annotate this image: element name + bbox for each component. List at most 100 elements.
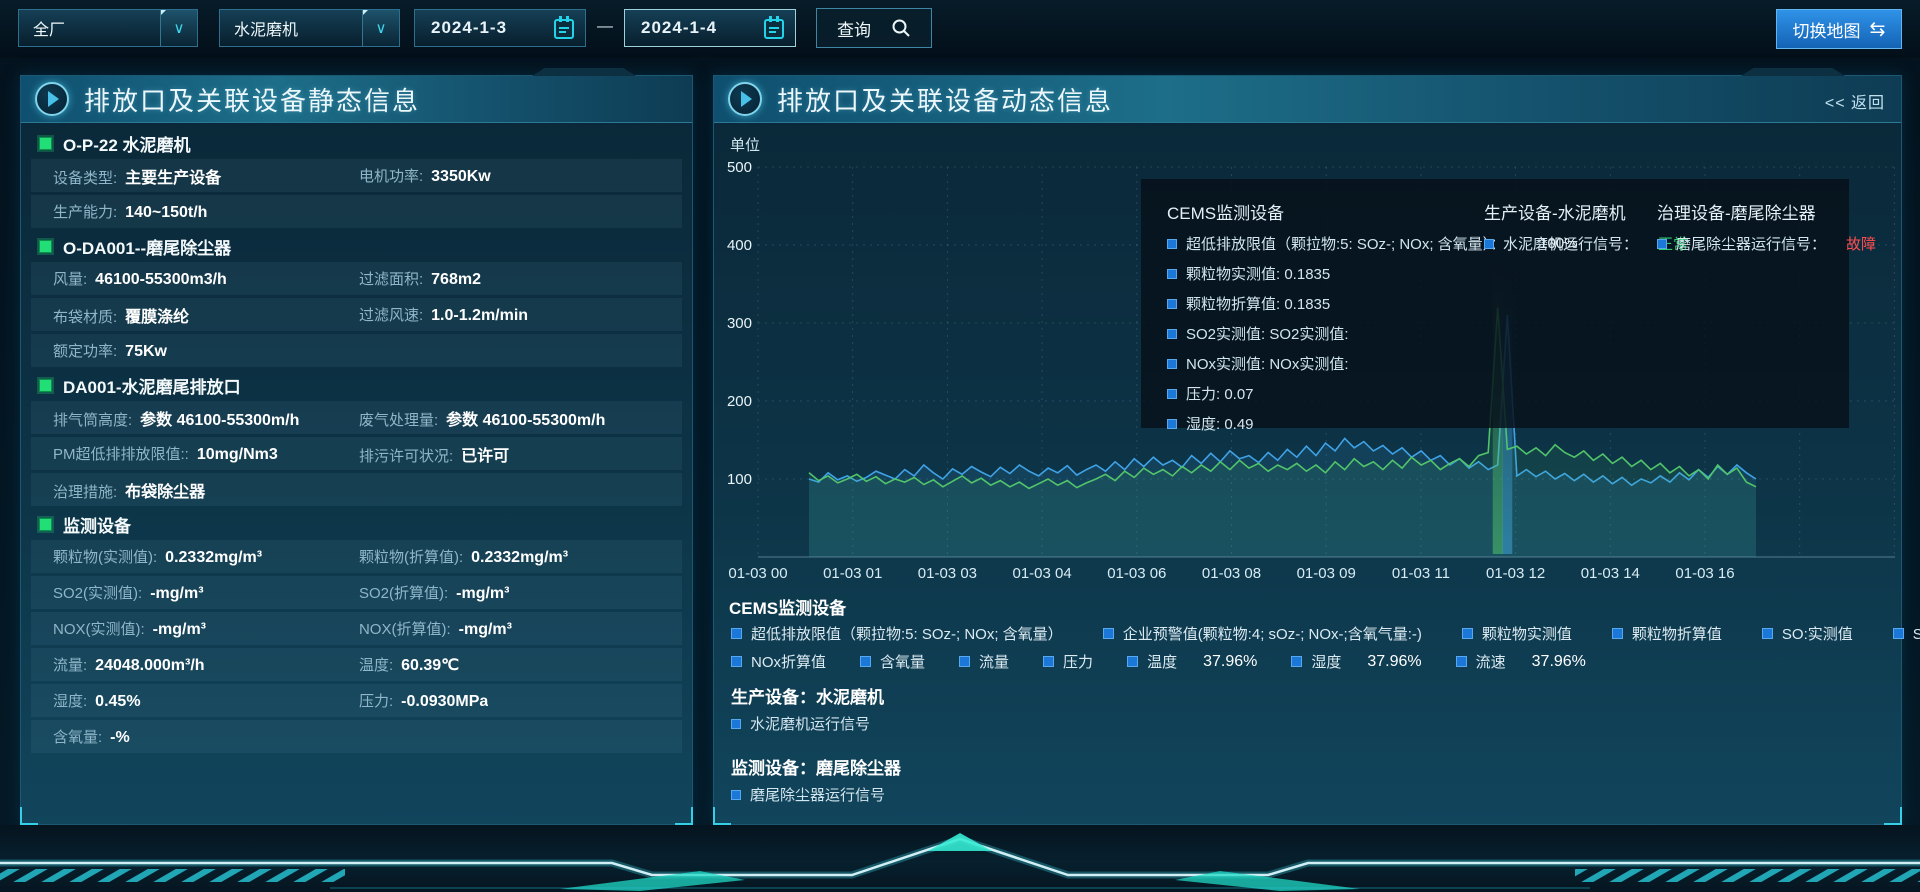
duster-signal-label: 磨尾除尘器运行信号： <box>1676 233 1826 254</box>
legend-item[interactable]: SO:实测值 <box>1762 623 1853 644</box>
calendar-icon[interactable] <box>552 15 576 41</box>
swap-arrows-icon: ⇆ <box>1870 18 1886 41</box>
tooltip-item-label: 湿度: 0.49 <box>1186 413 1254 434</box>
cell-label: 压力: <box>359 690 393 711</box>
dynamic-panel-header: 排放口及关联设备动态信息 << 返回 <box>714 76 1901 123</box>
legend-item[interactable]: 超低排放限值（颗拉物:5: SOz-; NOx; 含氧量） <box>731 623 1063 644</box>
cell-label: PM超低排排放限值:: <box>53 443 189 464</box>
legend-item[interactable]: 湿度 37.96% <box>1291 651 1421 672</box>
table-row: 布袋材质:覆膜涤纶过滤风速:1.0-1.2m/min <box>31 298 682 331</box>
table-row: 颗粒物(实测值):0.2332mg/m³颗粒物(折算值):0.2332mg/m³ <box>31 540 682 573</box>
legend-bullet <box>959 656 970 667</box>
legend-item[interactable]: 企业预警值(颗粒物:4; sOz-; NOx-;含氧气量:-) <box>1103 623 1422 644</box>
cems-legend-heading: CEMS监测设备 <box>729 594 846 619</box>
legend-bullet <box>1893 628 1904 639</box>
chevron-down-icon[interactable]: ∨ <box>362 10 399 46</box>
legend-item-value: 37.96% <box>1532 653 1586 671</box>
plant-select-value: 全厂 <box>19 16 160 40</box>
dynamic-panel-body: 单位10020030040050001-03 0001-03 0101-03 0… <box>714 122 1901 824</box>
legend-item-label: 超低排放限值（颗拉物:5: SOz-; NOx; 含氧量） <box>751 623 1063 644</box>
legend-item-value: 37.96% <box>1203 653 1257 671</box>
query-button[interactable]: 查询 <box>816 8 932 48</box>
chevron-down-icon[interactable]: ∨ <box>160 10 197 46</box>
tooltip-cems-items: 超低排放限值（颗拉物:5: SOz-; NOx; 含氧量）：100%颗粒物实测值… <box>1167 233 1578 434</box>
legend-bullet <box>731 719 741 729</box>
svg-text:01-03 06: 01-03 06 <box>1107 565 1166 582</box>
static-info-list: O-P-22 水泥磨机设备类型:主要生产设备电机功率:3350Kw生产能力:14… <box>31 128 682 756</box>
cell-label: 电机功率: <box>359 165 423 186</box>
legend-item[interactable]: SO:折算值 <box>1893 623 1920 644</box>
table-row: 含氧量:-% <box>31 720 682 753</box>
production-signal-label: 水泥磨机运行信号 <box>750 713 870 734</box>
data-cell: 过滤风速:1.0-1.2m/min <box>337 304 528 325</box>
cell-value: -mg/m³ <box>150 585 203 603</box>
cell-value: 0.2332mg/m³ <box>165 549 262 567</box>
cell-label: 布袋材质: <box>53 306 117 327</box>
cell-value: -% <box>110 729 130 747</box>
plant-select[interactable]: 全厂 ∨ <box>18 9 198 47</box>
start-date-input[interactable]: 2024-1-3 <box>414 9 586 47</box>
legend-bullet <box>731 656 742 667</box>
cell-value: 140~150t/h <box>125 204 207 222</box>
legend-bullet <box>1456 656 1467 667</box>
tooltip-item: NOx实测值: NOx实测值: <box>1167 353 1578 374</box>
section-header: 监测设备 <box>39 509 682 540</box>
dynamic-info-panel: 排放口及关联设备动态信息 << 返回 单位10020030040050001-0… <box>713 75 1902 825</box>
legend-bullet <box>1103 628 1114 639</box>
legend-item[interactable]: NOx折算值 <box>731 651 826 672</box>
monitoring-signal-label: 磨尾除尘器运行信号 <box>750 784 885 805</box>
calendar-icon[interactable] <box>762 15 786 41</box>
data-cell: 流量:24048.000m³/h <box>31 654 337 675</box>
section-title: O-P-22 水泥磨机 <box>63 131 191 156</box>
legend-bullet <box>1127 656 1138 667</box>
svg-text:300: 300 <box>727 315 752 332</box>
tooltip-item: 压力: 0.07 <box>1167 383 1578 404</box>
svg-text:100: 100 <box>727 471 752 488</box>
monitoring-signal-item[interactable]: 磨尾除尘器运行信号 <box>731 784 885 805</box>
cell-label: 额定功率: <box>53 340 117 361</box>
data-cell: 颗粒物(实测值):0.2332mg/m³ <box>31 546 337 567</box>
cell-label: 流量: <box>53 654 87 675</box>
legend-item[interactable]: 温度37.96% <box>1127 651 1257 672</box>
cell-value: 参数 46100-55300m/h <box>140 406 299 430</box>
end-date-input[interactable]: 2024-1-4 <box>624 9 796 47</box>
svg-text:400: 400 <box>727 237 752 254</box>
legend-item-value: 37.96% <box>1367 653 1421 671</box>
device-select[interactable]: 水泥磨机 ∨ <box>219 9 400 47</box>
legend-bullet <box>1462 628 1473 639</box>
data-cell: 布袋材质:覆膜涤纶 <box>31 303 337 327</box>
svg-text:01-03 00: 01-03 00 <box>728 565 787 582</box>
back-button[interactable]: << 返回 <box>1825 89 1885 113</box>
cell-label: SO2(实测值): <box>53 582 142 603</box>
data-cell: 生产能力: 140~150t/h <box>31 201 337 222</box>
svg-text:200: 200 <box>727 393 752 410</box>
table-row: 生产能力: 140~150t/h <box>31 195 682 228</box>
production-signal-item[interactable]: 水泥磨机运行信号 <box>731 713 870 734</box>
tooltip-item: 颗粒物折算值: 0.1835 <box>1167 293 1578 314</box>
data-cell: NOX(折算值):-mg/m³ <box>337 618 512 639</box>
green-square-bullet <box>39 240 52 253</box>
legend-item[interactable]: 流速37.96% <box>1456 651 1586 672</box>
data-cell: 颗粒物(折算值):0.2332mg/m³ <box>337 546 568 567</box>
cell-value: 已许可 <box>461 442 509 466</box>
legend-bullet <box>1167 359 1177 369</box>
legend-item[interactable]: 流量 <box>959 651 1009 672</box>
bottom-decoration <box>0 825 1920 892</box>
legend-item-label: 颗粒物折算值 <box>1632 623 1722 644</box>
legend-item[interactable]: 压力 <box>1043 651 1093 672</box>
svg-text:01-03 03: 01-03 03 <box>918 565 977 582</box>
switch-map-button[interactable]: 切换地图 ⇆ <box>1776 9 1902 49</box>
legend-item[interactable]: 颗粒物实测值 <box>1462 623 1572 644</box>
legend-item[interactable]: 含氧量 <box>860 651 925 672</box>
cell-label: 废气处理量: <box>359 409 438 430</box>
legend-bullet <box>1167 389 1177 399</box>
cell-label: 生产能力: <box>53 201 117 222</box>
cell-value: 75Kw <box>125 343 167 361</box>
legend-item[interactable]: 颗粒物折算值 <box>1612 623 1722 644</box>
monitoring-heading: 监测设备：磨尾除尘器 <box>731 754 901 779</box>
legend-item-label: 湿度 <box>1311 651 1341 672</box>
legend-bullet <box>1657 239 1667 249</box>
legend-item-label: 颗粒物实测值 <box>1482 623 1572 644</box>
cell-label: NOX(实测值): <box>53 618 145 639</box>
play-icon <box>728 82 762 116</box>
